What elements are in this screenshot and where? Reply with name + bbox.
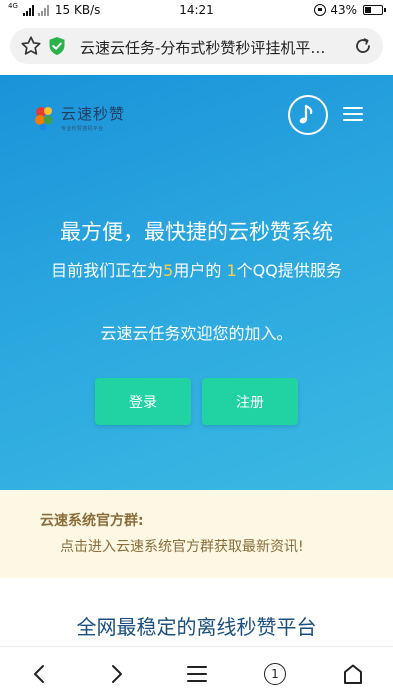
section-title: 全网最稳定的离线秒赞平台 [76, 615, 317, 639]
qq-count: 1 [226, 261, 237, 280]
back-button[interactable] [26, 661, 52, 687]
user-count: 5 [163, 261, 174, 280]
hero-title: 最方便，最快捷的云秒赞系统 [60, 220, 333, 244]
group-notice: 云速系统官方群: 点击进入云速系统官方群获取最新资讯! [0, 490, 393, 578]
status-bar: 4G 15 KB/s 14:21 43% [0, 0, 393, 22]
address-bar[interactable]: 云速云任务-分布式秒赞秒评挂机平… [10, 28, 383, 64]
stats-prefix: 目前我们正在为 [51, 261, 164, 280]
rotation-lock-icon [314, 4, 327, 16]
tabs-button[interactable]: 1 [262, 661, 288, 687]
chevron-right-icon [112, 665, 122, 683]
battery-percent: 43% [330, 3, 357, 17]
chevron-left-icon [34, 665, 44, 683]
hero-section: 云速秒赞 专业秒赞挂机平台 最方便，最快捷的云秒赞系统 目前我们正在为5用户的 … [0, 75, 393, 490]
home-icon [344, 664, 362, 684]
shield-check-icon [49, 37, 65, 55]
stats-middle: 用户的 [173, 261, 227, 280]
hamburger-menu-icon[interactable] [343, 107, 363, 121]
logo-text: 云速秒赞 专业秒赞挂机平台 [61, 103, 125, 132]
menu-icon [187, 666, 207, 682]
browser-bottom-nav: 1 [0, 646, 393, 700]
music-button[interactable] [288, 95, 328, 135]
page-title[interactable]: 云速云任务-分布式秒赞秒评挂机平… [80, 37, 350, 58]
logo-name: 云速秒赞 [61, 105, 126, 123]
status-right: 43% [314, 3, 386, 17]
hero-stats: 目前我们正在为5用户的 1个QQ提供服务 [0, 257, 393, 281]
group-join-link[interactable]: 点击进入云速系统官方群获取最新资讯! [60, 536, 304, 556]
group-title: 云速系统官方群: [40, 513, 144, 529]
reload-icon[interactable] [353, 36, 373, 56]
logo-icon [35, 106, 53, 130]
register-button[interactable]: 注册 [202, 378, 298, 425]
star-icon[interactable] [20, 35, 42, 57]
site-logo[interactable]: 云速秒赞 专业秒赞挂机平台 [33, 103, 125, 132]
home-button[interactable] [340, 661, 366, 687]
tabs-icon: 1 [264, 663, 286, 685]
music-note-icon [299, 104, 313, 124]
forward-button[interactable] [104, 661, 130, 687]
stats-suffix: 个QQ提供服务 [236, 261, 342, 280]
battery-icon [363, 5, 386, 15]
logo-tagline: 专业秒赞挂机平台 [61, 126, 104, 132]
browser-toolbar: 云速云任务-分布式秒赞秒评挂机平… [0, 22, 393, 72]
hero-welcome: 云速云任务欢迎您的加入。 [100, 324, 293, 343]
menu-button[interactable] [184, 661, 210, 687]
login-button[interactable]: 登录 [95, 378, 191, 425]
